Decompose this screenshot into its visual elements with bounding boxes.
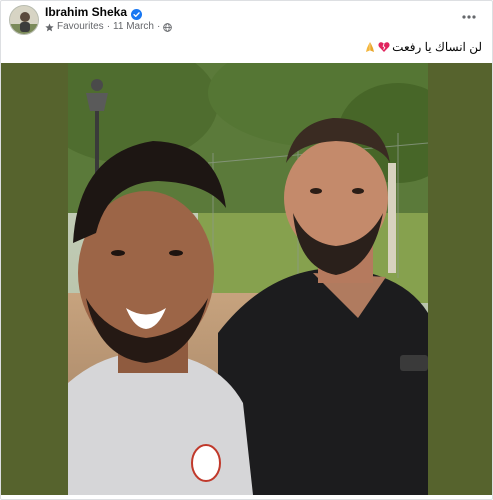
avatar-image bbox=[10, 6, 38, 34]
verified-badge-icon bbox=[131, 7, 143, 20]
post-photo[interactable] bbox=[68, 63, 428, 495]
author-name[interactable]: Ibrahim Sheka bbox=[45, 5, 127, 20]
post-meta: Favourites · 11 March · bbox=[45, 21, 173, 33]
post-header: Ibrahim Sheka Favourites · 11 March · bbox=[1, 1, 492, 41]
post-caption: لن انساك يا رفعت bbox=[364, 39, 482, 55]
meta-separator: · bbox=[106, 21, 111, 32]
folded-hands-emoji bbox=[364, 41, 376, 53]
facebook-post: Ibrahim Sheka Favourites · 11 March · لن… bbox=[0, 0, 493, 500]
more-options-icon bbox=[462, 15, 476, 19]
author-line: Ibrahim Sheka bbox=[45, 5, 143, 20]
caption-text: لن انساك يا رفعت bbox=[392, 40, 482, 54]
more-options-button[interactable] bbox=[458, 9, 480, 25]
star-icon bbox=[45, 22, 54, 32]
meta-separator: · bbox=[156, 21, 161, 32]
broken-heart-emoji bbox=[378, 41, 390, 53]
post-media[interactable] bbox=[1, 63, 492, 495]
author-avatar[interactable] bbox=[9, 5, 39, 35]
photo-two-men-selfie bbox=[68, 63, 428, 495]
audience-label[interactable]: Favourites bbox=[57, 21, 104, 33]
post-date[interactable]: 11 March bbox=[113, 21, 154, 33]
globe-icon[interactable] bbox=[163, 22, 173, 32]
